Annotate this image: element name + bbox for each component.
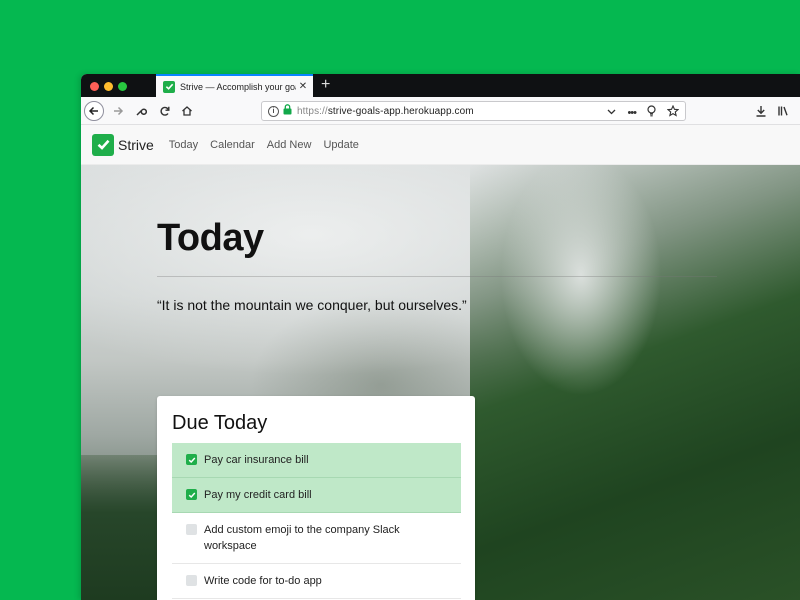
lightbulb-icon[interactable]	[647, 105, 656, 120]
task-label: Pay my credit card bill	[204, 489, 312, 501]
checkbox-checked[interactable]	[186, 489, 197, 500]
task-label: Write code for to-do app	[204, 575, 322, 587]
lock-icon[interactable]	[283, 104, 292, 118]
chevron-down-icon[interactable]	[607, 107, 616, 118]
task-label: Pay car insurance bill	[204, 454, 309, 466]
browser-window: Strive — Accomplish your goals ✕ + i htt…	[81, 74, 800, 600]
url-text: https://strive-goals-app.herokuapp.com	[297, 105, 474, 117]
brand-name: Strive	[118, 136, 154, 153]
close-window-button[interactable]	[90, 82, 99, 91]
check-icon	[92, 133, 114, 156]
brand-logo[interactable]: Strive	[92, 133, 169, 156]
bookmark-star-icon[interactable]	[666, 104, 680, 120]
reload-icon[interactable]	[157, 102, 173, 120]
nav-link-today[interactable]: Today	[169, 139, 198, 151]
download-icon[interactable]	[755, 102, 767, 120]
nav-link-calendar[interactable]: Calendar	[210, 139, 255, 151]
checkbox-checked[interactable]	[186, 454, 197, 465]
page-title: Today	[157, 217, 264, 259]
tab-strip: Strive — Accomplish your goals ✕ +	[81, 74, 800, 97]
tab-title: Strive — Accomplish your goals	[180, 81, 296, 92]
more-actions-icon[interactable]: •••	[627, 107, 637, 119]
divider	[157, 276, 717, 277]
task-item[interactable]: Add custom emoji to the company Slack wo…	[172, 513, 461, 564]
task-label: Add custom emoji to the company Slack wo…	[204, 524, 400, 552]
task-item[interactable]: Pay car insurance bill	[172, 443, 461, 478]
browser-toolbar: i https://strive-goals-app.herokuapp.com…	[81, 97, 800, 125]
address-bar[interactable]: i https://strive-goals-app.herokuapp.com…	[261, 101, 686, 121]
forward-arrow-icon[interactable]	[110, 102, 126, 120]
back-arrow-icon[interactable]	[84, 101, 104, 121]
wrench-icon[interactable]	[133, 102, 149, 120]
checkbox-unchecked[interactable]	[186, 575, 197, 586]
library-icon[interactable]	[777, 102, 789, 120]
app-navbar: Strive Today Calendar Add New Update	[81, 125, 800, 165]
minimize-window-button[interactable]	[104, 82, 113, 91]
close-tab-icon[interactable]: ✕	[296, 81, 310, 92]
card-heading: Due Today	[172, 412, 268, 434]
task-item[interactable]: Write code for to-do app	[172, 564, 461, 599]
check-icon	[163, 80, 175, 93]
motivational-quote: “It is not the mountain we conquer, but …	[157, 297, 467, 313]
background-fog-right	[501, 165, 661, 405]
new-tab-icon[interactable]: +	[321, 76, 330, 94]
task-item[interactable]: Pay my credit card bill	[172, 478, 461, 513]
task-list: Pay car insurance bill Pay my credit car…	[172, 443, 461, 599]
maximize-window-button[interactable]	[118, 82, 127, 91]
nav-link-update[interactable]: Update	[323, 139, 358, 151]
nav-link-add-new[interactable]: Add New	[267, 139, 312, 151]
browser-tab[interactable]: Strive — Accomplish your goals ✕	[156, 74, 313, 97]
checkbox-unchecked[interactable]	[186, 524, 197, 535]
due-today-card: Due Today Pay car insurance bill Pay my …	[157, 396, 475, 600]
hero-section: Today “It is not the mountain we conquer…	[81, 165, 800, 600]
info-icon[interactable]: i	[268, 105, 279, 117]
home-icon[interactable]	[179, 102, 195, 120]
